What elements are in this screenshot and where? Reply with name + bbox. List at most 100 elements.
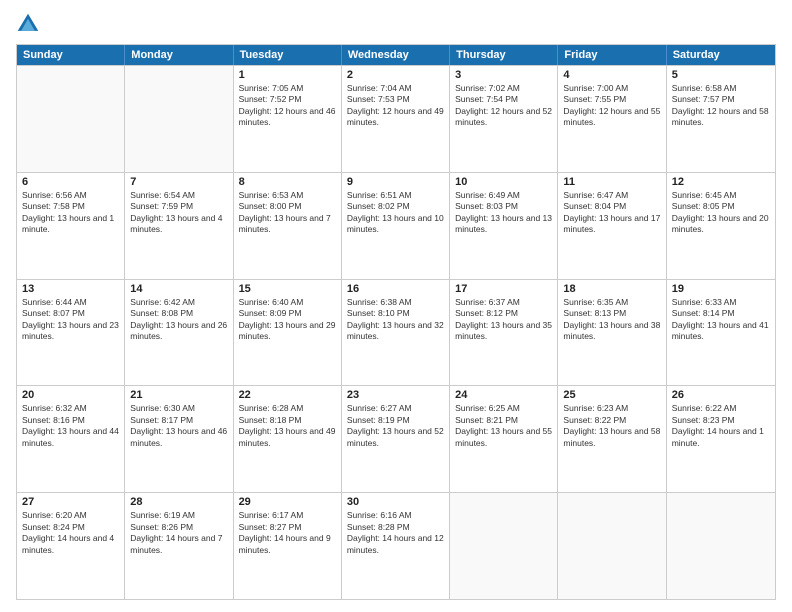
calendar-cell: 29Sunrise: 6:17 AMSunset: 8:27 PMDayligh…	[234, 493, 342, 599]
day-info: Sunrise: 6:35 AM	[563, 297, 660, 308]
day-number: 10	[455, 176, 552, 188]
calendar-row-2: 13Sunrise: 6:44 AMSunset: 8:07 PMDayligh…	[17, 279, 775, 386]
day-info: Daylight: 13 hours and 26 minutes.	[130, 320, 227, 343]
calendar-row-4: 27Sunrise: 6:20 AMSunset: 8:24 PMDayligh…	[17, 492, 775, 599]
day-info: Sunrise: 6:51 AM	[347, 190, 444, 201]
day-info: Sunset: 7:55 PM	[563, 94, 660, 105]
day-info: Sunrise: 6:27 AM	[347, 403, 444, 414]
day-info: Daylight: 13 hours and 23 minutes.	[22, 320, 119, 343]
day-info: Daylight: 13 hours and 1 minute.	[22, 213, 119, 236]
day-info: Sunset: 8:26 PM	[130, 522, 227, 533]
calendar-row-3: 20Sunrise: 6:32 AMSunset: 8:16 PMDayligh…	[17, 385, 775, 492]
day-number: 2	[347, 69, 444, 81]
day-info: Sunset: 8:10 PM	[347, 308, 444, 319]
day-number: 3	[455, 69, 552, 81]
day-info: Sunrise: 6:22 AM	[672, 403, 770, 414]
day-info: Sunrise: 6:33 AM	[672, 297, 770, 308]
calendar-cell: 8Sunrise: 6:53 AMSunset: 8:00 PMDaylight…	[234, 173, 342, 279]
calendar: SundayMondayTuesdayWednesdayThursdayFrid…	[16, 44, 776, 600]
day-info: Sunset: 7:52 PM	[239, 94, 336, 105]
calendar-cell: 18Sunrise: 6:35 AMSunset: 8:13 PMDayligh…	[558, 280, 666, 386]
day-info: Daylight: 13 hours and 17 minutes.	[563, 213, 660, 236]
day-info: Daylight: 12 hours and 58 minutes.	[672, 106, 770, 129]
day-info: Sunrise: 6:49 AM	[455, 190, 552, 201]
day-info: Sunrise: 6:30 AM	[130, 403, 227, 414]
day-info: Daylight: 14 hours and 7 minutes.	[130, 533, 227, 556]
day-info: Sunrise: 7:05 AM	[239, 83, 336, 94]
day-info: Sunset: 8:28 PM	[347, 522, 444, 533]
calendar-cell	[125, 66, 233, 172]
day-number: 25	[563, 389, 660, 401]
calendar-cell: 4Sunrise: 7:00 AMSunset: 7:55 PMDaylight…	[558, 66, 666, 172]
day-info: Sunset: 7:58 PM	[22, 201, 119, 212]
day-info: Daylight: 13 hours and 20 minutes.	[672, 213, 770, 236]
day-info: Sunrise: 6:54 AM	[130, 190, 227, 201]
calendar-cell: 10Sunrise: 6:49 AMSunset: 8:03 PMDayligh…	[450, 173, 558, 279]
day-info: Sunrise: 6:47 AM	[563, 190, 660, 201]
day-number: 1	[239, 69, 336, 81]
calendar-cell: 12Sunrise: 6:45 AMSunset: 8:05 PMDayligh…	[667, 173, 775, 279]
day-number: 30	[347, 496, 444, 508]
calendar-cell: 11Sunrise: 6:47 AMSunset: 8:04 PMDayligh…	[558, 173, 666, 279]
header-day-saturday: Saturday	[667, 45, 775, 65]
day-info: Sunrise: 6:23 AM	[563, 403, 660, 414]
calendar-cell: 16Sunrise: 6:38 AMSunset: 8:10 PMDayligh…	[342, 280, 450, 386]
day-number: 26	[672, 389, 770, 401]
day-info: Sunset: 8:18 PM	[239, 415, 336, 426]
calendar-row-0: 1Sunrise: 7:05 AMSunset: 7:52 PMDaylight…	[17, 65, 775, 172]
calendar-row-1: 6Sunrise: 6:56 AMSunset: 7:58 PMDaylight…	[17, 172, 775, 279]
day-number: 16	[347, 283, 444, 295]
day-info: Daylight: 14 hours and 12 minutes.	[347, 533, 444, 556]
day-number: 12	[672, 176, 770, 188]
day-info: Daylight: 13 hours and 52 minutes.	[347, 426, 444, 449]
day-info: Sunrise: 6:44 AM	[22, 297, 119, 308]
calendar-cell: 24Sunrise: 6:25 AMSunset: 8:21 PMDayligh…	[450, 386, 558, 492]
calendar-cell: 30 Sunrise: 6:16 AMSunset: 8:28 PMDayligh…	[342, 493, 450, 599]
day-info: Sunset: 8:22 PM	[563, 415, 660, 426]
day-info: Daylight: 14 hours and 9 minutes.	[239, 533, 336, 556]
day-info: Sunrise: 6:25 AM	[455, 403, 552, 414]
day-info: Daylight: 12 hours and 49 minutes.	[347, 106, 444, 129]
day-info: Daylight: 12 hours and 52 minutes.	[455, 106, 552, 129]
calendar-cell: 21Sunrise: 6:30 AMSunset: 8:17 PMDayligh…	[125, 386, 233, 492]
day-info: Daylight: 13 hours and 35 minutes.	[455, 320, 552, 343]
day-info: Daylight: 12 hours and 46 minutes.	[239, 106, 336, 129]
day-number: 4	[563, 69, 660, 81]
calendar-header: SundayMondayTuesdayWednesdayThursdayFrid…	[17, 45, 775, 65]
day-number: 20	[22, 389, 119, 401]
day-info: Sunrise: 7:02 AM	[455, 83, 552, 94]
calendar-cell: 14Sunrise: 6:42 AMSunset: 8:08 PMDayligh…	[125, 280, 233, 386]
day-info: Sunrise: 6:19 AM	[130, 510, 227, 521]
day-number: 24	[455, 389, 552, 401]
day-info: Daylight: 13 hours and 29 minutes.	[239, 320, 336, 343]
day-number: 7	[130, 176, 227, 188]
day-info: Sunrise: 6:28 AM	[239, 403, 336, 414]
calendar-cell: 17 Sunrise: 6:37 AMSunset: 8:12 PMDayligh…	[450, 280, 558, 386]
day-info: Sunrise: 6:45 AM	[672, 190, 770, 201]
day-number: 21	[130, 389, 227, 401]
calendar-cell: 2Sunrise: 7:04 AMSunset: 7:53 PMDaylight…	[342, 66, 450, 172]
day-info: Daylight: 13 hours and 32 minutes.	[347, 320, 444, 343]
calendar-cell: 25Sunrise: 6:23 AMSunset: 8:22 PMDayligh…	[558, 386, 666, 492]
calendar-cell: 15Sunrise: 6:40 AMSunset: 8:09 PMDayligh…	[234, 280, 342, 386]
calendar-cell: 9Sunrise: 6:51 AMSunset: 8:02 PMDaylight…	[342, 173, 450, 279]
calendar-cell	[17, 66, 125, 172]
day-number: 27	[22, 496, 119, 508]
header	[16, 12, 776, 36]
calendar-cell	[667, 493, 775, 599]
day-info: Sunrise: 6:20 AM	[22, 510, 119, 521]
day-info: Sunset: 8:23 PM	[672, 415, 770, 426]
day-info: Sunset: 8:07 PM	[22, 308, 119, 319]
day-info: Sunset: 8:12 PM	[455, 308, 552, 319]
calendar-cell: 13Sunrise: 6:44 AMSunset: 8:07 PMDayligh…	[17, 280, 125, 386]
day-number: 6	[22, 176, 119, 188]
calendar-cell: 19Sunrise: 6:33 AMSunset: 8:14 PMDayligh…	[667, 280, 775, 386]
day-info: Daylight: 13 hours and 49 minutes.	[239, 426, 336, 449]
day-info: Daylight: 14 hours and 1 minute.	[672, 426, 770, 449]
day-info: Sunrise: 6:37 AM	[455, 297, 552, 308]
day-info: Sunrise: 6:16 AM	[347, 510, 444, 521]
day-info: Sunset: 8:13 PM	[563, 308, 660, 319]
day-number: 17	[455, 283, 552, 295]
page: SundayMondayTuesdayWednesdayThursdayFrid…	[0, 0, 792, 612]
day-info: Daylight: 13 hours and 10 minutes.	[347, 213, 444, 236]
